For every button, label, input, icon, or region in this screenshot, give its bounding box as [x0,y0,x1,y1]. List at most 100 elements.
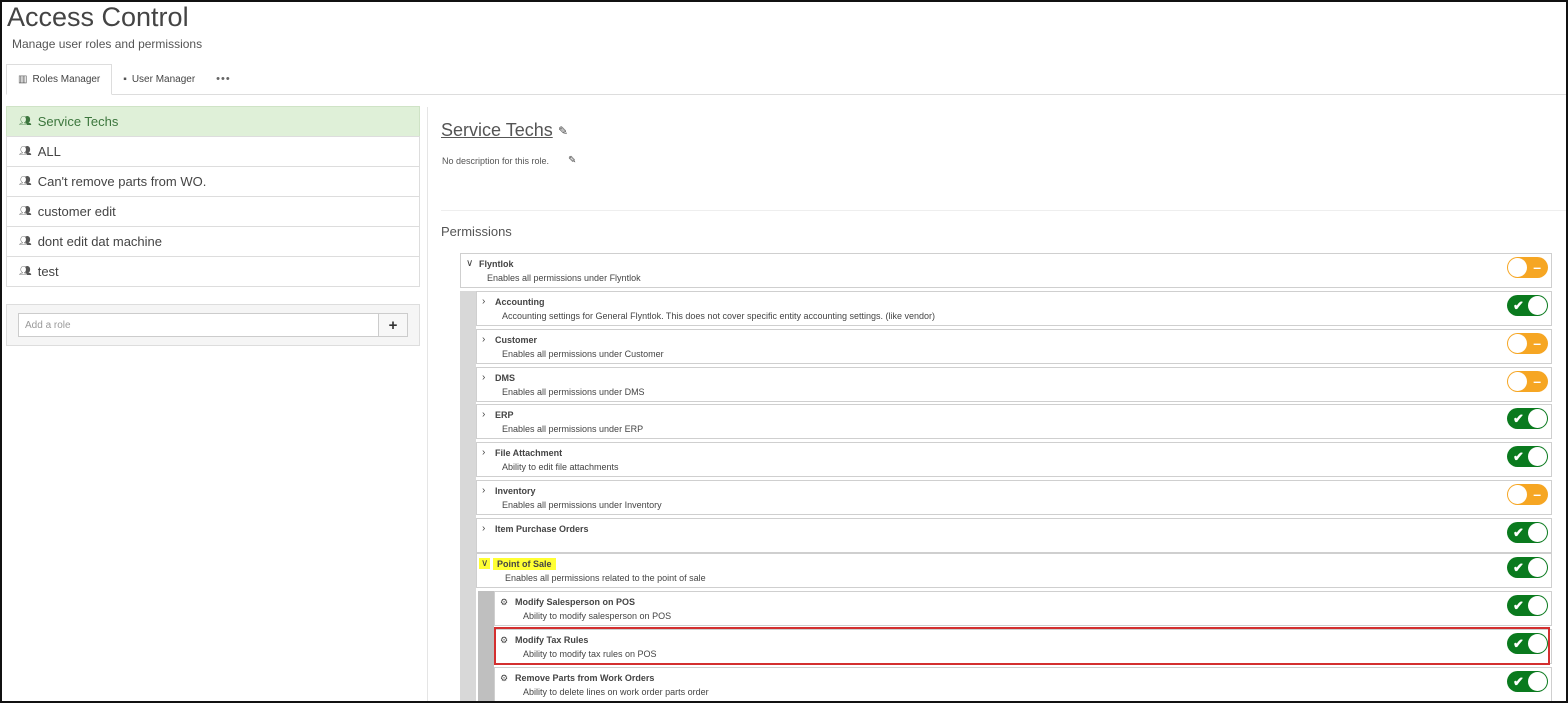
permission-name: File Attachment [495,448,563,458]
toggle-knob [1508,372,1527,391]
chevron-right-icon[interactable]: › [482,447,485,458]
chevron-right-icon[interactable]: › [482,523,485,534]
dash-icon: – [1533,486,1541,502]
address-book-icon: ▪ [123,73,127,85]
tab-label: User Manager [131,73,196,85]
permission-description: Enables all permissions related to the p… [505,573,706,583]
role-item-service-techs[interactable]: 👥︎ Service Techs [6,106,420,137]
permission-name: Accounting [495,297,545,307]
permission-toggle[interactable]: ✔ [1507,633,1548,654]
check-icon: ✔ [1513,525,1524,540]
panel-divider [427,107,428,701]
check-icon: ✔ [1513,598,1524,613]
role-item-cant-remove-parts[interactable]: 👥︎ Can't remove parts from WO. [6,166,420,197]
check-icon: ✔ [1513,674,1524,689]
role-item-test[interactable]: 👥︎ test [6,256,420,287]
users-icon: 👥︎ [19,116,32,127]
gear-icon: ⚙ [500,597,509,607]
role-label: customer edit [37,204,116,219]
permission-description: Enables all permissions under Inventory [502,500,662,510]
permission-name: Modify Salesperson on POS [515,597,636,607]
check-icon: ✔ [1513,411,1524,426]
toggle-knob [1508,258,1527,277]
permission-toggle[interactable]: ✔ [1507,557,1548,578]
chevron-right-icon[interactable]: › [482,334,485,345]
tab-user-manager[interactable]: ▪ User Manager [112,64,206,94]
toggle-knob [1528,523,1547,542]
toggle-knob [1508,334,1527,353]
users-icon: 👥︎ [19,266,32,277]
indent-gutter-nested [478,591,494,701]
permission-description: Ability to edit file attachments [502,462,619,472]
permission-toggle[interactable]: – [1507,371,1548,392]
toggle-knob [1508,485,1527,504]
chevron-right-icon[interactable]: › [482,372,485,383]
chevron-right-icon[interactable]: › [482,409,485,420]
permission-toggle[interactable]: – [1507,257,1548,278]
permission-name: Inventory [495,486,536,496]
gear-icon: ⚙ [500,673,509,683]
permission-description: Accounting settings for General Flyntlok… [502,311,936,321]
permission-toggle[interactable]: ✔ [1507,408,1548,429]
role-item-all[interactable]: 👥︎ ALL [6,136,420,167]
toggle-knob [1528,634,1547,653]
add-role-button[interactable]: + [379,313,408,337]
permission-description: Ability to modify salesperson on POS [523,611,672,621]
permission-customer: › Customer Enables all permissions under… [476,329,1552,364]
permission-name: Modify Tax Rules [515,635,589,645]
edit-role-name-pencil-icon[interactable]: ✎ [558,124,568,138]
chevron-right-icon[interactable]: › [482,485,485,496]
add-role-form: + [6,304,420,346]
permission-toggle[interactable]: – [1507,333,1548,354]
permission-toggle[interactable]: ✔ [1507,671,1548,692]
chevron-down-icon[interactable]: ∨ [466,258,473,269]
edit-description-pencil-icon[interactable]: ✎ [568,155,576,166]
permission-flyntlok: ∨ Flyntlok Enables all permissions under… [460,253,1552,288]
permission-name: Customer [495,335,538,345]
permission-toggle[interactable]: ✔ [1507,446,1548,467]
check-icon: ✔ [1513,636,1524,651]
toggle-knob [1528,558,1547,577]
permission-name: DMS [495,373,515,383]
role-title: Service Techs [441,120,553,140]
role-label: Can't remove parts from WO. [37,174,207,189]
role-label: dont edit dat machine [37,234,163,249]
permission-modify-salesperson: ⚙ Modify Salesperson on POS Ability to m… [494,591,1552,626]
check-icon: ✔ [1513,560,1524,575]
permission-item-purchase-orders: › Item Purchase Orders ✔ [476,518,1552,553]
role-item-dont-edit-dat-machine[interactable]: 👥︎ dont edit dat machine [6,226,420,257]
check-icon: ✔ [1513,449,1524,464]
permission-name: Flyntlok [479,259,514,269]
dash-icon: – [1533,259,1541,275]
chevron-down-icon[interactable]: ∨ [479,558,491,569]
more-icon: ••• [216,73,231,85]
permission-erp: › ERP Enables all permissions under ERP … [476,404,1552,439]
permission-toggle[interactable]: ✔ [1507,595,1548,616]
toggle-knob [1528,596,1547,615]
users-icon: 👥︎ [19,176,32,187]
permission-toggle[interactable]: ✔ [1507,295,1548,316]
permission-name: Remove Parts from Work Orders [515,673,655,683]
role-label: Service Techs [37,114,119,129]
permission-description: Enables all permissions under Flyntlok [487,273,641,283]
permission-name: Point of Sale [493,558,556,570]
tab-bar: ▥ Roles Manager ▪ User Manager ••• [6,64,1566,95]
dash-icon: – [1533,373,1541,389]
permission-toggle[interactable]: ✔ [1507,522,1548,543]
role-item-customer-edit[interactable]: 👥︎ customer edit [6,196,420,227]
permission-toggle[interactable]: – [1507,484,1548,505]
tab-roles-manager[interactable]: ▥ Roles Manager [6,64,113,95]
role-label: ALL [37,144,61,159]
chevron-right-icon[interactable]: › [482,296,485,307]
add-role-input[interactable] [18,313,379,337]
more-tabs-button[interactable]: ••• [206,64,241,94]
building-icon: ▥ [18,74,28,85]
toggle-knob [1528,447,1547,466]
toggle-knob [1528,409,1547,428]
permission-description: Ability to modify tax rules on POS [523,649,657,659]
roles-list: 👥︎ Service Techs 👥︎ ALL 👥︎ Can't remove … [6,106,420,287]
users-icon: 👥︎ [19,206,32,217]
users-icon: 👥︎ [19,146,32,157]
permission-name: ERP [495,410,514,420]
role-description: No description for this role. [442,156,550,166]
